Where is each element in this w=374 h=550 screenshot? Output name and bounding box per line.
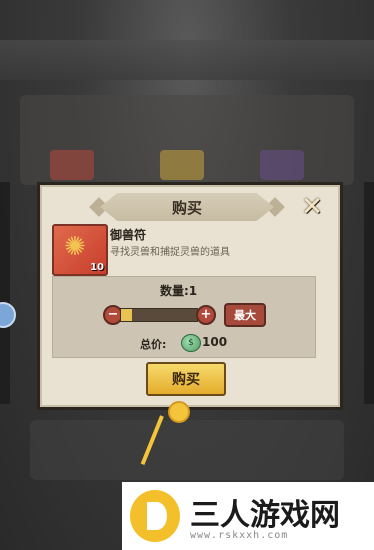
crossed-swords-icon: ✕ — [301, 192, 323, 222]
background-card-red — [50, 150, 94, 180]
watermark-logo — [130, 490, 180, 542]
background-card-yellow — [160, 150, 204, 180]
background-bottom-block — [30, 420, 344, 480]
background-card-purple — [260, 150, 304, 180]
watermark-text: 三人游戏网 — [190, 498, 340, 533]
total-price-label: 总价: — [140, 338, 167, 351]
spirit-coin-icon: $ — [181, 334, 201, 352]
talisman-icon: ✺ — [64, 232, 86, 262]
quantity-slider[interactable] — [120, 308, 198, 322]
increase-button[interactable]: + — [196, 305, 216, 325]
close-button[interactable]: ✕ — [297, 192, 327, 222]
buy-button[interactable]: 购买 — [146, 362, 226, 396]
item-icon: ✺ 10 — [52, 224, 108, 276]
item-count: 10 — [90, 262, 104, 273]
total-price-value: 100 — [202, 335, 228, 349]
tutorial-pointer-dot — [168, 401, 190, 423]
quantity-slider-fill — [121, 309, 133, 321]
quantity-label: 数量:1 — [160, 284, 198, 298]
background-left-edge — [0, 182, 10, 404]
max-button[interactable]: 最大 — [224, 303, 266, 327]
watermark-url: www.rskxxh.com — [190, 530, 289, 541]
dialog-title: 购买 — [100, 193, 274, 221]
item-name: 御兽符 — [110, 228, 147, 242]
background-right-edge — [364, 182, 374, 404]
item-description: 寻找灵兽和捕捉灵兽的道具 — [110, 247, 230, 258]
background-top-bar — [0, 40, 374, 80]
